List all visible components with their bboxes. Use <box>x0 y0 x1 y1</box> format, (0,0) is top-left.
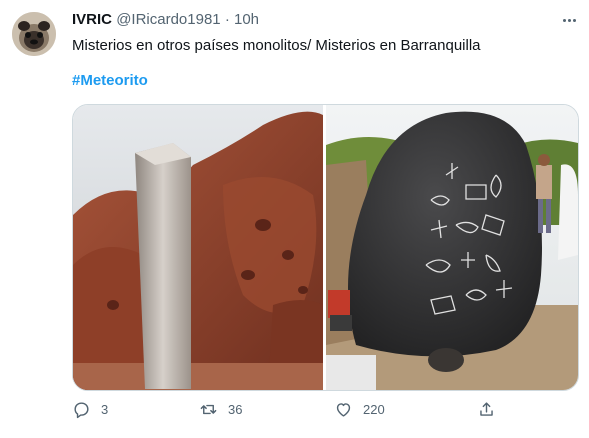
heart-icon <box>336 403 351 417</box>
reply-icon <box>74 402 89 419</box>
tweet-header: IVRIC @IRicardo1981 · 10h <box>72 11 259 29</box>
more-horizontal-icon[interactable] <box>559 11 579 29</box>
monolith-photo[interactable] <box>73 105 323 390</box>
reply-button[interactable]: 3 <box>72 400 108 419</box>
tweet-text: Misterios en otros países monolitos/ Mis… <box>72 37 481 54</box>
tweet-card[interactable]: IVRIC @IRicardo1981 · 10h Misterios en o… <box>0 0 589 438</box>
display-name[interactable]: IVRIC <box>72 11 112 28</box>
reply-count: 3 <box>101 402 109 417</box>
retweet-button[interactable]: 36 <box>199 400 242 419</box>
retweet-icon <box>200 404 217 415</box>
tweet-time[interactable]: 10h <box>234 11 259 28</box>
tweet-media[interactable] <box>72 104 579 391</box>
like-count: 220 <box>363 402 385 417</box>
tweet-actions: 3 36 220 <box>72 400 512 424</box>
share-button[interactable] <box>477 400 496 419</box>
user-handle[interactable]: @IRicardo1981 <box>116 11 220 28</box>
retweet-count: 36 <box>228 402 243 417</box>
avatar[interactable] <box>12 12 56 56</box>
share-icon <box>480 402 493 416</box>
hashtag-link[interactable]: #Meteorito <box>72 71 148 91</box>
pug-avatar-image <box>12 12 56 56</box>
meta-separator: · <box>224 11 230 28</box>
meteorite-photo[interactable] <box>326 105 578 390</box>
like-button[interactable]: 220 <box>334 400 385 419</box>
